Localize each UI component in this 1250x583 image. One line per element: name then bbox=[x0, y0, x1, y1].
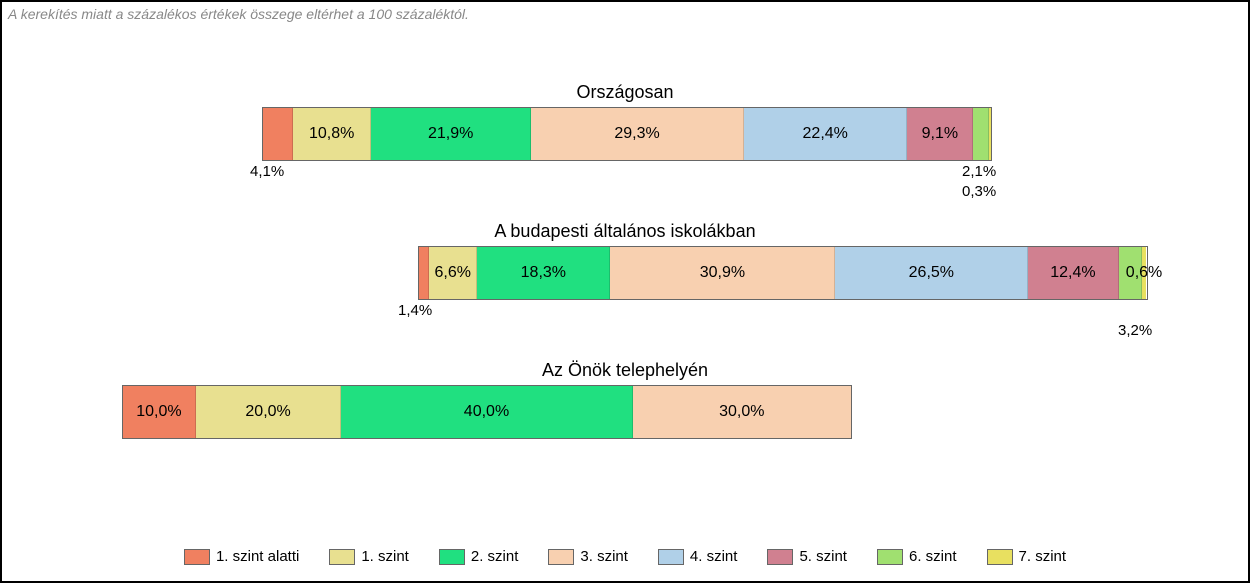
legend-item: 5. szint bbox=[767, 548, 847, 565]
bar-segment: 30,0% bbox=[633, 386, 851, 438]
legend-item: 1. szint bbox=[329, 548, 409, 565]
legend-swatch bbox=[767, 549, 793, 565]
legend-item: 1. szint alatti bbox=[184, 548, 299, 565]
rounding-note: A kerekítés miatt a százalékos értékek ö… bbox=[8, 6, 469, 22]
below-labels: 1,4%3,2% bbox=[418, 300, 1148, 346]
below-labels: 4,1%2,1%0,3% bbox=[262, 161, 992, 207]
legend-swatch bbox=[184, 549, 210, 565]
legend-item: 4. szint bbox=[658, 548, 738, 565]
legend-label: 2. szint bbox=[471, 548, 519, 565]
segment-below-label: 3,2% bbox=[1118, 322, 1152, 339]
legend-label: 1. szint bbox=[361, 548, 409, 565]
legend-swatch bbox=[877, 549, 903, 565]
legend-item: 7. szint bbox=[987, 548, 1067, 565]
legend-swatch bbox=[658, 549, 684, 565]
segment-label: 40,0% bbox=[464, 403, 509, 421]
segment-label: 22,4% bbox=[803, 125, 848, 143]
segment-label: 29,3% bbox=[614, 125, 659, 143]
bar-segment: 40,0% bbox=[341, 386, 632, 438]
bar-segment: 6,6% bbox=[429, 247, 477, 299]
bar-segment: 12,4% bbox=[1028, 247, 1118, 299]
bar-title: Országosan bbox=[2, 82, 1248, 103]
stacked-bar: 6,6% 18,3% 30,9% 26,5% 12,4% 0,6% bbox=[418, 246, 1148, 300]
bar-segment bbox=[989, 108, 991, 160]
segment-label: 20,0% bbox=[245, 403, 290, 421]
bar-group: Az Önök telephelyén 10,0% 20,0% 40,0% 30,0% bbox=[2, 360, 1248, 485]
bar-wrap: 6,6% 18,3% 30,9% 26,5% 12,4% 0,6%1,4%3,2% bbox=[418, 246, 1148, 346]
bar-segment: 22,4% bbox=[744, 108, 907, 160]
segment-label: 30,0% bbox=[719, 403, 764, 421]
legend-swatch bbox=[987, 549, 1013, 565]
bar-segment bbox=[419, 247, 429, 299]
bar-segment: 18,3% bbox=[477, 247, 610, 299]
legend-label: 6. szint bbox=[909, 548, 957, 565]
legend-swatch bbox=[548, 549, 574, 565]
segment-label: 12,4% bbox=[1050, 264, 1095, 282]
stacked-bar: 10,8% 21,9% 29,3% 22,4% 9,1% bbox=[262, 107, 992, 161]
bar-wrap: 10,0% 20,0% 40,0% 30,0% bbox=[122, 385, 852, 485]
bar-title: A budapesti általános iskolákban bbox=[2, 221, 1248, 242]
legend-label: 5. szint bbox=[799, 548, 847, 565]
legend-item: 6. szint bbox=[877, 548, 957, 565]
bar-wrap: 10,8% 21,9% 29,3% 22,4% 9,1% 4,1%2,1%0,3% bbox=[262, 107, 992, 207]
bar-segment bbox=[263, 108, 293, 160]
bar-group: Országosan10,8%21,9%29,3%22,4%9,1%4,1%2,… bbox=[2, 82, 1248, 207]
segment-below-label: 1,4% bbox=[398, 302, 432, 319]
segment-label: 18,3% bbox=[521, 264, 566, 282]
bar-title: Az Önök telephelyén bbox=[2, 360, 1248, 381]
bar-segment: 20,0% bbox=[196, 386, 342, 438]
legend-label: 3. szint bbox=[580, 548, 628, 565]
bar-segment: 0,6% bbox=[1142, 247, 1146, 299]
segment-below-label: 0,3% bbox=[962, 183, 996, 200]
bar-segment: 21,9% bbox=[371, 108, 530, 160]
segment-label: 6,6% bbox=[434, 264, 470, 282]
legend-label: 1. szint alatti bbox=[216, 548, 299, 565]
bar-segment: 10,8% bbox=[293, 108, 372, 160]
bar-group: A budapesti általános iskolákban 6,6% 18,3… bbox=[2, 221, 1248, 346]
legend: 1. szint alatti 1. szint 2. szint 3. szint 4… bbox=[2, 548, 1248, 565]
chart-frame: A kerekítés miatt a százalékos értékek ö… bbox=[0, 0, 1250, 583]
bar-segment: 26,5% bbox=[835, 247, 1028, 299]
legend-label: 7. szint bbox=[1019, 548, 1067, 565]
chart-area: Országosan10,8%21,9%29,3%22,4%9,1%4,1%2,… bbox=[2, 82, 1248, 499]
legend-item: 3. szint bbox=[548, 548, 628, 565]
legend-item: 2. szint bbox=[439, 548, 519, 565]
segment-label: 30,9% bbox=[700, 264, 745, 282]
bar-segment bbox=[973, 108, 988, 160]
segment-label: 10,0% bbox=[136, 403, 181, 421]
segment-label: 21,9% bbox=[428, 125, 473, 143]
bar-segment: 29,3% bbox=[531, 108, 744, 160]
segment-below-label: 4,1% bbox=[250, 163, 284, 180]
bar-segment: 30,9% bbox=[610, 247, 835, 299]
legend-label: 4. szint bbox=[690, 548, 738, 565]
segment-label: 0,6% bbox=[1126, 264, 1162, 282]
bar-segment: 10,0% bbox=[123, 386, 196, 438]
stacked-bar: 10,0% 20,0% 40,0% 30,0% bbox=[122, 385, 852, 439]
legend-swatch bbox=[439, 549, 465, 565]
legend-swatch bbox=[329, 549, 355, 565]
segment-below-label: 2,1% bbox=[962, 163, 996, 180]
bar-segment: 9,1% bbox=[907, 108, 973, 160]
segment-label: 9,1% bbox=[922, 125, 958, 143]
segment-label: 26,5% bbox=[909, 264, 954, 282]
below-labels bbox=[122, 439, 852, 485]
segment-label: 10,8% bbox=[309, 125, 354, 143]
